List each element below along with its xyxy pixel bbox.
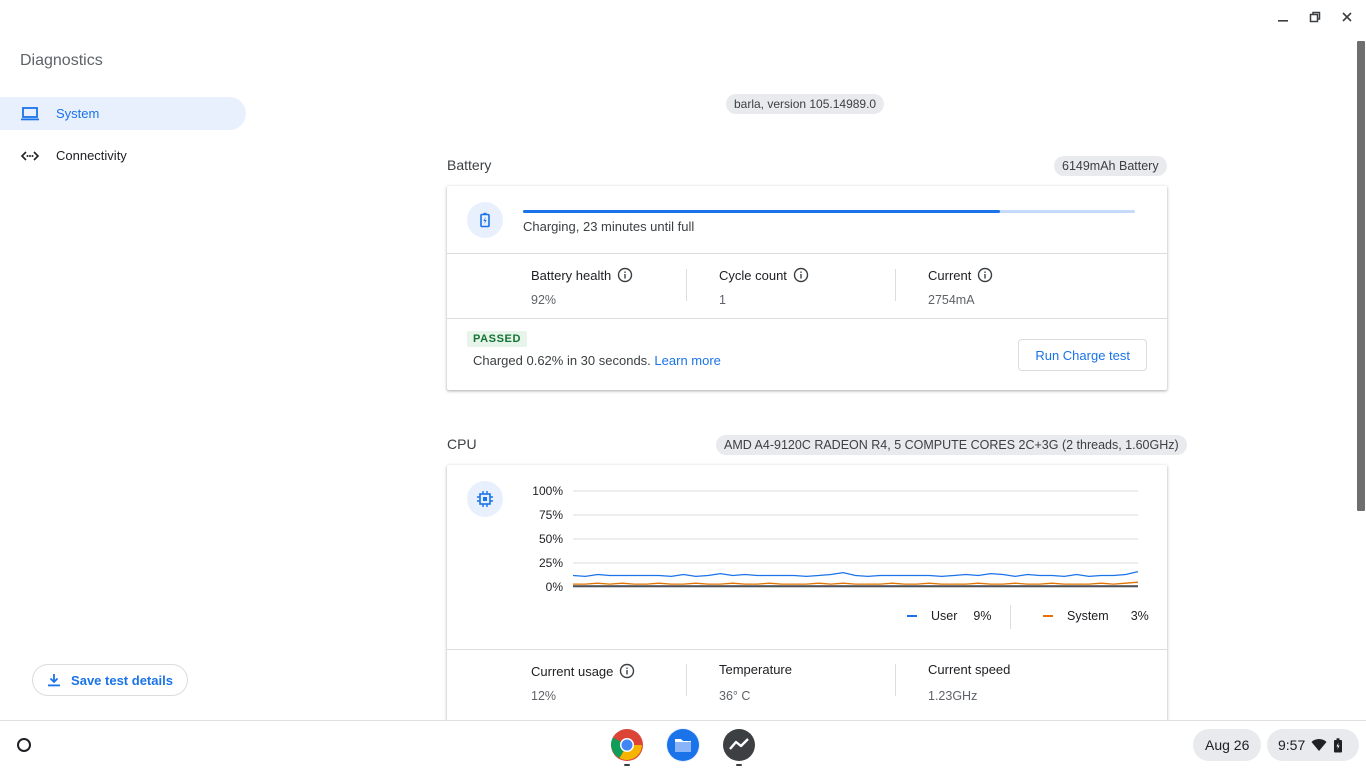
- app-title: Diagnostics: [20, 52, 103, 69]
- sidebar-item-label: System: [56, 106, 100, 121]
- sidebar-item-system[interactable]: System: [0, 97, 246, 130]
- close-icon[interactable]: [1336, 6, 1358, 28]
- legend-system: System 3%: [1043, 609, 1149, 623]
- files-app-icon[interactable]: [666, 728, 700, 762]
- cpu-model-chip: AMD A4-9120C RADEON R4, 5 COMPUTE CORES …: [716, 435, 1187, 455]
- y-tick-label: 0%: [546, 580, 564, 594]
- current-usage-label: Current usage: [531, 663, 614, 679]
- battery-health-value: 92%: [531, 293, 557, 307]
- laptop-icon: [20, 104, 40, 124]
- wifi-icon: [1311, 738, 1327, 752]
- charge-result-text: Charged 0.62% in 30 seconds.: [473, 353, 651, 368]
- battery-charging-icon: [467, 202, 503, 238]
- cpu-card: 100% 75% 50% 25% 0% User 9% System 3% Curren…: [447, 465, 1167, 725]
- save-test-details-label: Save test details: [71, 672, 173, 688]
- legend-user-value: 9%: [973, 609, 992, 623]
- cycle-count-label: Cycle count: [719, 267, 787, 283]
- battery-icon: [1333, 737, 1343, 753]
- restore-icon[interactable]: [1304, 6, 1326, 28]
- y-tick-label: 100%: [532, 484, 563, 498]
- legend-user-label: User: [931, 609, 958, 623]
- temperature-label: Temperature: [719, 662, 792, 677]
- diagnostics-app-icon[interactable]: [722, 728, 756, 766]
- legend-swatch-system: [1043, 615, 1053, 617]
- y-tick-label: 50%: [539, 532, 563, 546]
- stat-separator: [686, 664, 687, 696]
- info-icon[interactable]: [619, 663, 635, 679]
- current-value: 2754mA: [928, 293, 975, 307]
- battery-health-label: Battery health: [531, 267, 612, 283]
- stat-separator: [895, 269, 896, 301]
- minimize-icon[interactable]: [1272, 6, 1294, 28]
- current-speed-label: Current speed: [928, 662, 1011, 677]
- sidebar-item-connectivity[interactable]: Connectivity: [0, 139, 246, 172]
- legend-system-value: 3%: [1130, 609, 1149, 623]
- divider: [447, 649, 1167, 650]
- connectivity-icon: [20, 146, 40, 166]
- cpu-usage-chart: 100% 75% 50% 25% 0%: [532, 484, 1139, 594]
- window-controls: [1272, 6, 1358, 28]
- passed-badge: PASSED: [467, 331, 528, 347]
- stat-separator: [686, 269, 687, 301]
- temperature-stat: Temperature 36° C: [719, 662, 792, 703]
- cpu-section-title: CPU: [447, 436, 477, 452]
- launcher-icon: [17, 738, 31, 752]
- cycle-count-stat: Cycle count 1: [719, 267, 809, 307]
- battery-card: Charging, 23 minutes until full Battery …: [447, 186, 1167, 390]
- legend-user: User 9%: [907, 609, 991, 623]
- y-tick-label: 25%: [539, 556, 563, 570]
- temperature-value: 36° C: [719, 689, 751, 703]
- running-indicator: [736, 764, 742, 766]
- current-speed-value: 1.23GHz: [928, 689, 978, 703]
- battery-section-title: Battery: [447, 157, 492, 173]
- scrollbar[interactable]: [1356, 40, 1366, 720]
- current-speed-stat: Current speed 1.23GHz: [928, 662, 1010, 703]
- sidebar-nav: System Connectivity: [0, 97, 246, 181]
- current-usage-value: 12%: [531, 689, 557, 703]
- divider: [447, 318, 1167, 319]
- info-icon[interactable]: [977, 267, 993, 283]
- save-test-details-button[interactable]: Save test details: [32, 664, 188, 696]
- legend-separator: [1010, 605, 1011, 629]
- learn-more-link[interactable]: Learn more: [654, 353, 720, 368]
- battery-progress-fill: [523, 210, 1001, 213]
- launcher-button[interactable]: [8, 729, 40, 761]
- version-chip: barla, version 105.14989.0: [726, 94, 885, 114]
- y-tick-label: 75%: [539, 508, 563, 522]
- download-icon: [47, 673, 61, 687]
- sidebar-item-label: Connectivity: [56, 148, 127, 163]
- legend-system-label: System: [1067, 609, 1109, 623]
- current-stat: Current 2754mA: [928, 267, 993, 307]
- shelf: Aug 26 9:57: [0, 720, 1366, 768]
- series-line-system: [573, 581, 1139, 585]
- battery-capacity-chip: 6149mAh Battery: [1054, 156, 1167, 176]
- date-tray[interactable]: Aug 26: [1193, 729, 1262, 761]
- battery-status-text: Charging, 23 minutes until full: [523, 219, 695, 234]
- divider: [447, 253, 1167, 254]
- status-tray[interactable]: 9:57: [1267, 729, 1359, 761]
- battery-progress-bar: [523, 210, 1135, 213]
- chrome-app-icon[interactable]: [610, 728, 644, 766]
- clock: 9:57: [1278, 737, 1306, 753]
- cycle-count-value: 1: [719, 293, 726, 307]
- stat-separator: [895, 664, 896, 696]
- current-usage-stat: Current usage 12%: [531, 663, 635, 703]
- info-icon[interactable]: [617, 267, 633, 283]
- running-indicator: [624, 764, 630, 766]
- info-icon[interactable]: [793, 267, 809, 283]
- run-charge-test-button[interactable]: Run Charge test: [1018, 339, 1147, 371]
- battery-health-stat: Battery health 92%: [531, 267, 633, 307]
- legend-swatch-user: [907, 615, 917, 617]
- charge-test-result: Charged 0.62% in 30 seconds. Learn more: [473, 353, 721, 368]
- scrollbar-thumb[interactable]: [1357, 41, 1365, 511]
- current-label: Current: [928, 267, 972, 283]
- series-line-user: [572, 570, 1139, 578]
